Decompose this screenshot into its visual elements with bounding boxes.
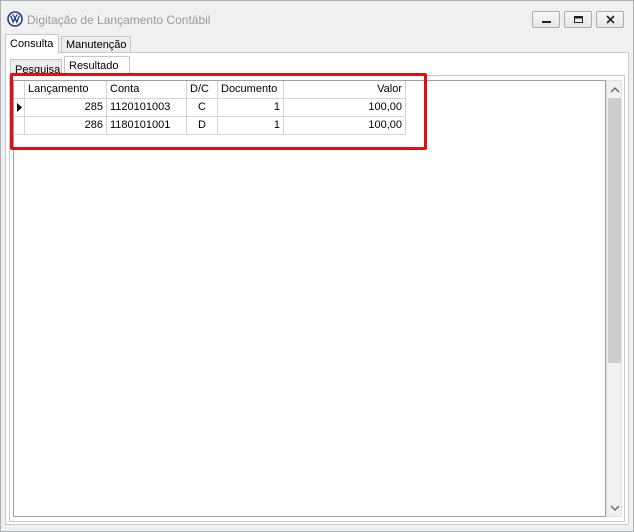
cell-lancamento[interactable]: 286 bbox=[25, 117, 107, 135]
cell-lancamento[interactable]: 285 bbox=[25, 99, 107, 117]
resultado-panel: Lançamento Conta D/C Documento Valor 285… bbox=[9, 75, 625, 522]
column-header-documento[interactable]: Documento bbox=[218, 81, 284, 99]
vw-logo-icon bbox=[7, 11, 23, 27]
consulta-panel: Pesquisa Resultado Lançamento Conta D/C … bbox=[5, 52, 629, 525]
column-header-dc[interactable]: D/C bbox=[187, 81, 218, 99]
cell-dc[interactable]: D bbox=[187, 117, 218, 135]
column-header-conta[interactable]: Conta bbox=[107, 81, 187, 99]
close-icon bbox=[606, 15, 615, 24]
tab-consulta[interactable]: Consulta bbox=[5, 34, 59, 54]
table-row[interactable]: 286 1180101001 D 1 100,00 bbox=[14, 117, 407, 135]
vertical-scrollbar[interactable] bbox=[606, 80, 622, 517]
main-window: Digitação de Lançamento Contábil Consult… bbox=[0, 0, 634, 532]
maximize-button[interactable] bbox=[564, 11, 592, 28]
scroll-up-icon[interactable] bbox=[609, 84, 621, 96]
minimize-icon bbox=[542, 21, 551, 23]
title-bar[interactable]: Digitação de Lançamento Contábil bbox=[1, 1, 633, 35]
cell-documento[interactable]: 1 bbox=[218, 117, 284, 135]
cell-valor[interactable]: 100,00 bbox=[284, 117, 406, 135]
column-header-lancamento[interactable]: Lançamento bbox=[25, 81, 107, 99]
column-header-valor[interactable]: Valor bbox=[284, 81, 406, 99]
header-indicator-cell bbox=[14, 81, 25, 99]
scroll-down-icon[interactable] bbox=[609, 502, 621, 514]
current-row-indicator bbox=[14, 99, 25, 117]
row-pointer-icon bbox=[17, 103, 22, 112]
cell-conta[interactable]: 1180101001 bbox=[107, 117, 187, 135]
close-button[interactable] bbox=[596, 11, 624, 28]
grid-header-row: Lançamento Conta D/C Documento Valor bbox=[14, 81, 407, 99]
table-row[interactable]: 285 1120101003 C 1 100,00 bbox=[14, 99, 407, 117]
scrollbar-thumb[interactable] bbox=[608, 98, 621, 363]
row-indicator bbox=[14, 117, 25, 135]
window-title: Digitação de Lançamento Contábil bbox=[27, 13, 211, 27]
cell-documento[interactable]: 1 bbox=[218, 99, 284, 117]
maximize-icon bbox=[574, 16, 583, 23]
cell-dc[interactable]: C bbox=[187, 99, 218, 117]
cell-valor[interactable]: 100,00 bbox=[284, 99, 406, 117]
cell-conta[interactable]: 1120101003 bbox=[107, 99, 187, 117]
minimize-button[interactable] bbox=[532, 11, 560, 28]
results-grid[interactable]: Lançamento Conta D/C Documento Valor 285… bbox=[13, 80, 606, 517]
tab-manutencao[interactable]: Manutenção bbox=[61, 36, 131, 53]
tab-resultado[interactable]: Resultado bbox=[64, 56, 130, 76]
